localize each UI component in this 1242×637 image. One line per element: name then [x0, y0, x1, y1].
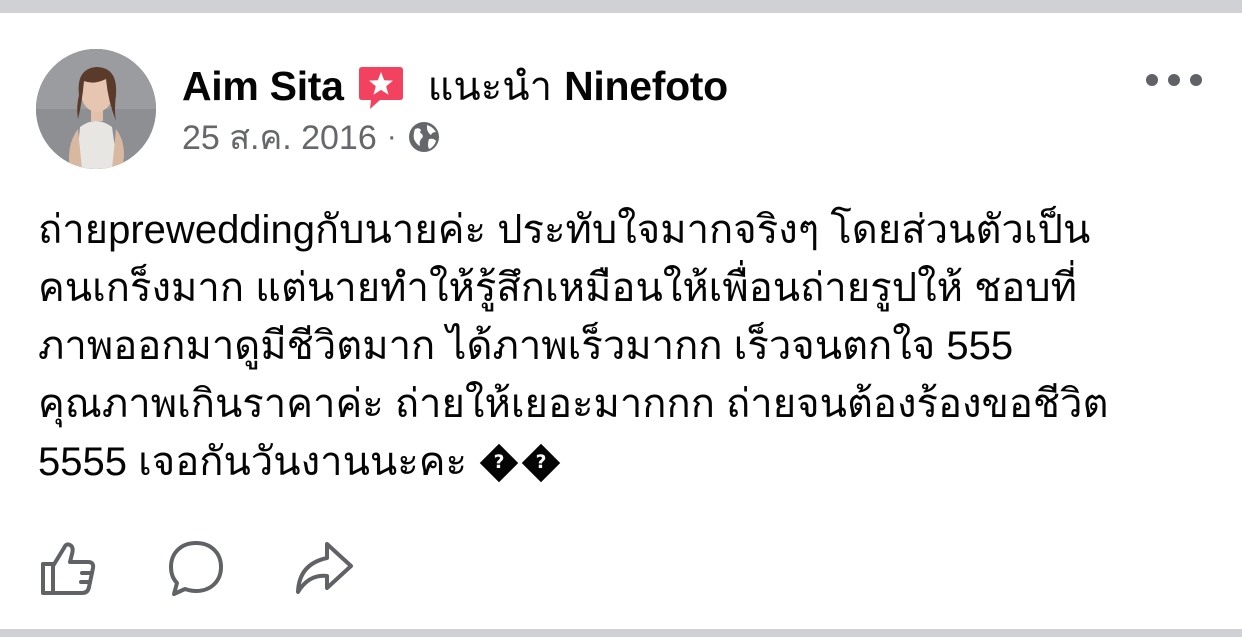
avatar[interactable]	[36, 49, 156, 169]
post-meta: 25 ส.ค. 2016 ·	[182, 115, 441, 159]
like-button[interactable]	[36, 536, 100, 600]
more-dot-icon	[1146, 74, 1158, 86]
unknown-glyph: ?	[493, 451, 505, 474]
unknown-emoji-icon: ?	[521, 443, 561, 483]
more-options-button[interactable]	[1146, 65, 1202, 95]
post-header: Aim Sita แนะนำ Ninefoto	[182, 61, 728, 111]
post-body-line: ภาพออกมาดูมีชีวิตมาก ได้ภาพเร็วมากก เร็ว…	[38, 324, 1014, 368]
recommend-label: แนะนำ	[427, 65, 553, 109]
comment-button[interactable]	[164, 536, 228, 600]
post-card: Aim Sita แนะนำ Ninefoto 25 ส.ค. 2016 · ถ…	[0, 13, 1242, 629]
post-body-line: ถ่ายpreweddingกับนายค่ะ ประทับใจมากจริงๆ…	[38, 208, 1091, 252]
post-body-line-text: 5555 เจอกันวันงานนะคะ	[38, 440, 468, 484]
author-name[interactable]: Aim Sita	[182, 63, 344, 110]
comment-bubble-icon	[169, 541, 223, 596]
recommend-star-badge-icon	[356, 61, 406, 111]
share-arrow-icon	[296, 542, 353, 594]
share-button[interactable]	[292, 536, 356, 600]
post-body-line-last: 5555 เจอกันวันงานนะคะ ??	[38, 433, 1218, 491]
unknown-emoji-icon: ?	[479, 443, 519, 483]
post-body-line: คนเกร็งมาก แต่นายทำให้รู้สึกเหมือนให้เพื…	[38, 266, 1078, 310]
post-body-line: คุณภาพเกินราคาค่ะ ถ่ายให้เยอะมากกก ถ่ายจ…	[38, 382, 1109, 426]
like-thumb-icon	[41, 542, 96, 595]
page-name[interactable]: Ninefoto	[564, 63, 728, 110]
post-actions	[36, 533, 420, 603]
more-dot-icon	[1168, 74, 1180, 86]
avatar-photo	[36, 49, 156, 169]
more-dot-icon	[1190, 74, 1202, 86]
meta-separator: ·	[386, 120, 397, 153]
post-timestamp[interactable]: 25 ส.ค. 2016	[182, 110, 377, 164]
globe-icon	[407, 120, 441, 154]
post-body: ถ่ายpreweddingกับนายค่ะ ประทับใจมากจริงๆ…	[38, 201, 1218, 491]
unknown-glyph: ?	[535, 451, 547, 474]
